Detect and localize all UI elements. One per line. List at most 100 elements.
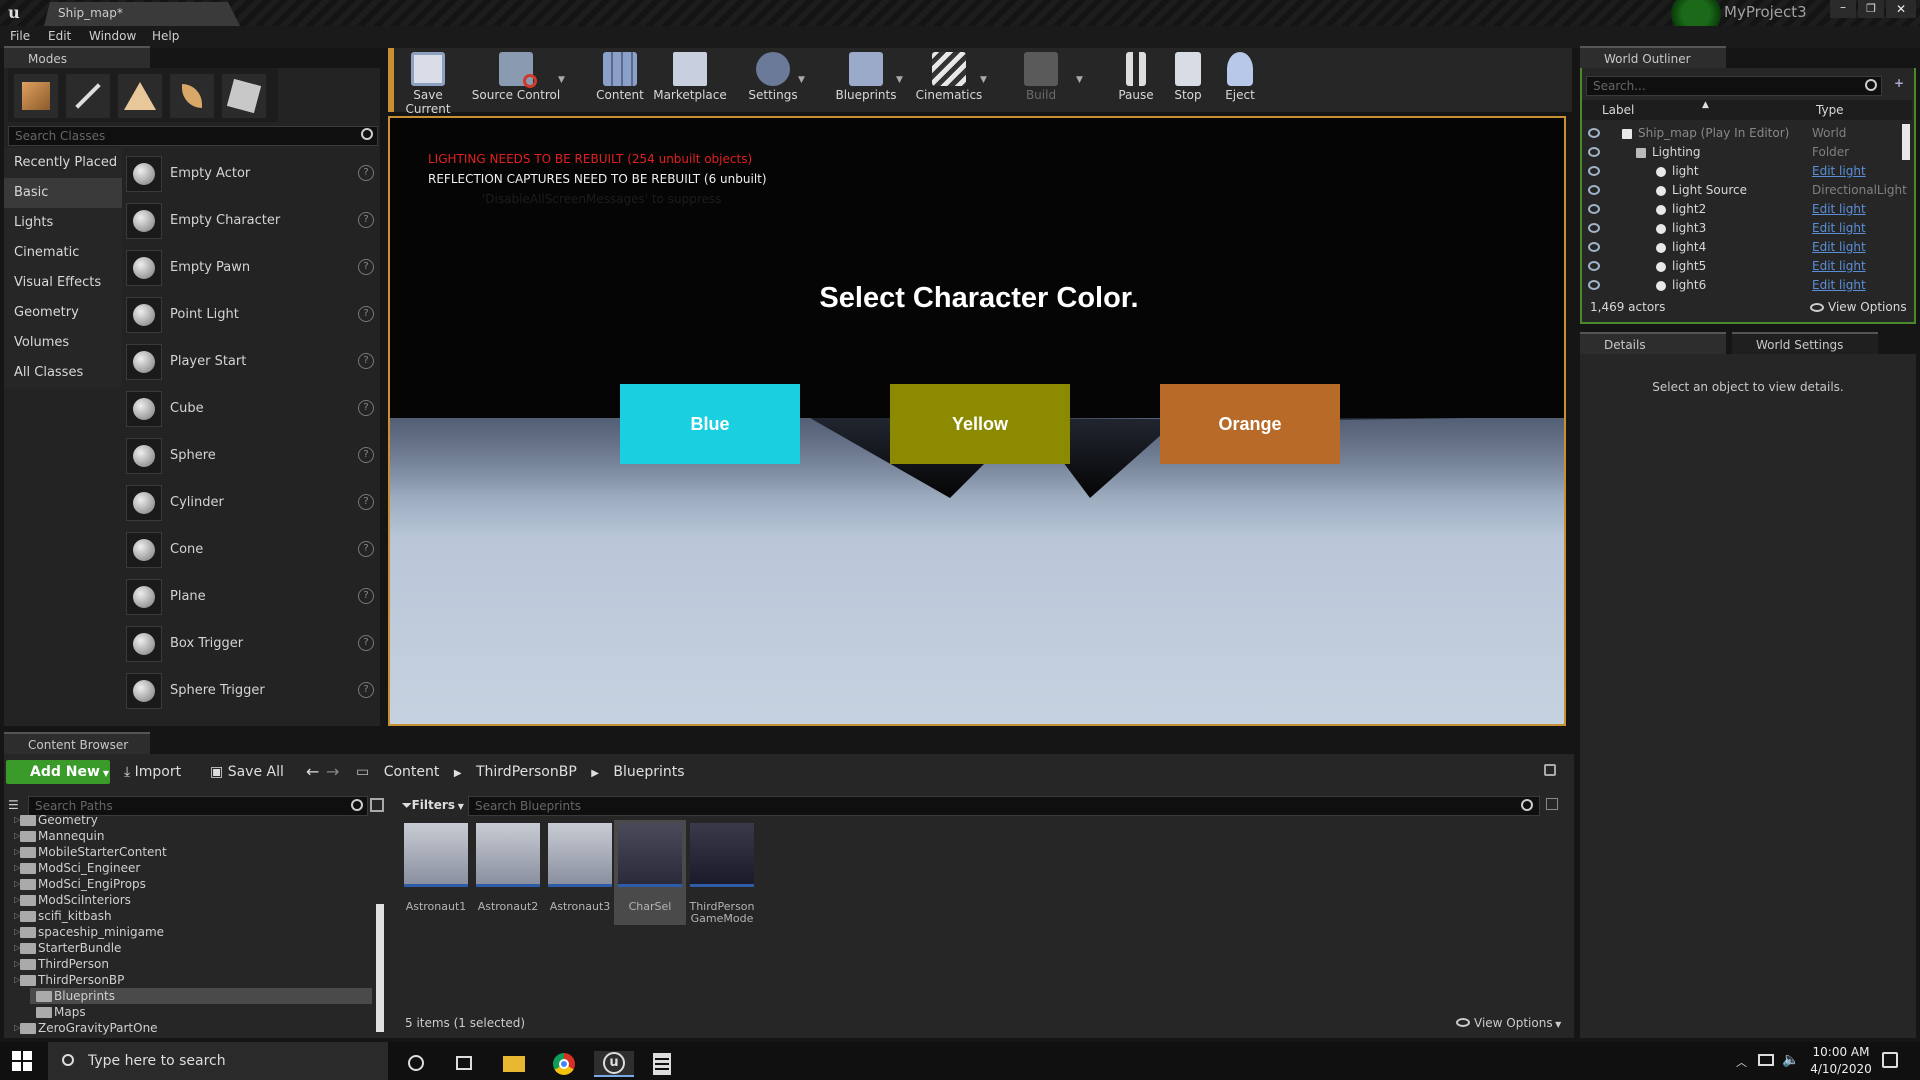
cinematics-button[interactable]: Cinematics bbox=[914, 50, 984, 110]
class-item-box-trigger[interactable]: Box Trigger? bbox=[124, 622, 378, 666]
menu-help[interactable]: Help bbox=[152, 29, 179, 43]
outliner-row[interactable]: light4 Edit light bbox=[1586, 238, 1906, 257]
outliner-row-type[interactable]: Edit light bbox=[1812, 200, 1866, 219]
outliner-row-type[interactable]: Edit light bbox=[1812, 276, 1866, 295]
marketplace-button[interactable]: Marketplace bbox=[652, 50, 728, 110]
save-all-button[interactable]: ▣ Save All bbox=[210, 764, 284, 780]
viewport[interactable]: LIGHTING NEEDS TO BE REBUILT (254 unbuil… bbox=[388, 116, 1566, 726]
tab-modes[interactable]: Modes bbox=[4, 46, 150, 68]
class-item-cylinder[interactable]: Cylinder? bbox=[124, 481, 378, 525]
taskbar-clock[interactable]: 10:00 AM 4/10/2020 bbox=[1806, 1044, 1876, 1078]
asset-tile[interactable]: CharSel bbox=[614, 820, 686, 925]
add-new-button[interactable]: Add New ▼ bbox=[6, 760, 110, 784]
tree-scrollbar[interactable] bbox=[376, 904, 384, 1032]
outliner-row[interactable]: Ship_map (Play In Editor) World bbox=[1586, 124, 1906, 143]
mode-category-visual-effects[interactable]: Visual Effects bbox=[4, 268, 122, 298]
outliner-row-type[interactable]: Edit light bbox=[1812, 238, 1866, 257]
folder-tree-item[interactable]: ▷ ModSciInteriors bbox=[14, 892, 372, 908]
cinematics-dropdown-icon[interactable]: ▼ bbox=[980, 75, 987, 85]
outliner-row[interactable]: light2 Edit light bbox=[1586, 200, 1906, 219]
class-item-player-start[interactable]: Player Start? bbox=[124, 340, 378, 384]
menu-edit[interactable]: Edit bbox=[48, 29, 71, 43]
asset-tile[interactable]: Astronaut3 bbox=[544, 820, 616, 925]
folder-tree-item[interactable]: ▷ ThirdPerson bbox=[14, 956, 372, 972]
visibility-eye-icon[interactable] bbox=[1588, 223, 1600, 233]
paint-mode-icon[interactable] bbox=[66, 74, 110, 118]
search-blueprints-box[interactable]: Search Blueprints bbox=[468, 796, 1540, 816]
help-icon[interactable]: ? bbox=[358, 635, 374, 651]
folder-tree-item[interactable]: ▷ ModSci_Engineer bbox=[14, 860, 372, 876]
blueprints-button[interactable]: Blueprints bbox=[832, 50, 900, 110]
minimize-button[interactable]: – bbox=[1830, 0, 1856, 18]
visibility-eye-icon[interactable] bbox=[1588, 185, 1600, 195]
outliner-view-options[interactable]: View Options bbox=[1828, 300, 1907, 314]
class-item-empty-pawn[interactable]: Empty Pawn? bbox=[124, 246, 378, 290]
tab-world-outliner[interactable]: World Outliner bbox=[1580, 46, 1726, 68]
maximize-button[interactable]: ❐ bbox=[1858, 0, 1884, 18]
outliner-row[interactable]: light5 Edit light bbox=[1586, 257, 1906, 276]
help-icon[interactable]: ? bbox=[358, 682, 374, 698]
outliner-search-box[interactable]: Search... bbox=[1586, 76, 1882, 96]
outliner-row[interactable]: light6 Edit light bbox=[1586, 276, 1906, 295]
build-dropdown-icon[interactable]: ▼ bbox=[1076, 75, 1083, 85]
pause-button[interactable]: Pause bbox=[1114, 50, 1158, 110]
source-control-dropdown-icon[interactable]: ▼ bbox=[558, 75, 565, 85]
outliner-row-type[interactable]: Edit light bbox=[1812, 162, 1866, 181]
mode-category-all-classes[interactable]: All Classes bbox=[4, 358, 122, 388]
yellow-color-button[interactable]: Yellow bbox=[890, 384, 1070, 464]
task-view-icon[interactable] bbox=[444, 1051, 484, 1077]
build-button[interactable]: Build bbox=[1016, 50, 1066, 110]
outliner-row-type[interactable]: Edit light bbox=[1812, 219, 1866, 238]
breadcrumb-blueprints[interactable]: Blueprints bbox=[613, 764, 684, 780]
filters-button[interactable]: ⏷Filters ▼ bbox=[402, 798, 464, 813]
tab-details[interactable]: Details bbox=[1580, 332, 1726, 354]
class-item-cone[interactable]: Cone? bbox=[124, 528, 378, 572]
help-icon[interactable]: ? bbox=[358, 165, 374, 181]
cortana-icon[interactable] bbox=[396, 1051, 436, 1077]
help-icon[interactable]: ? bbox=[358, 306, 374, 322]
outliner-row[interactable]: light3 Edit light bbox=[1586, 219, 1906, 238]
asset-tile[interactable]: ThirdPerson GameMode bbox=[686, 820, 758, 925]
import-button[interactable]: ⤓ Import bbox=[124, 764, 181, 780]
help-icon[interactable]: ? bbox=[358, 400, 374, 416]
class-item-cube[interactable]: Cube? bbox=[124, 387, 378, 431]
blue-color-button[interactable]: Blue bbox=[620, 384, 800, 464]
class-item-sphere-trigger[interactable]: Sphere Trigger? bbox=[124, 669, 378, 713]
folder-tree-item[interactable]: ▷ ThirdPersonBP bbox=[14, 972, 372, 988]
visibility-eye-icon[interactable] bbox=[1588, 280, 1600, 290]
chrome-icon[interactable] bbox=[544, 1051, 584, 1077]
type-column-header[interactable]: Type bbox=[1816, 103, 1844, 117]
folder-tree-item[interactable]: ▷ ModSci_EngiProps bbox=[14, 876, 372, 892]
class-item-sphere[interactable]: Sphere? bbox=[124, 434, 378, 478]
class-item-empty-actor[interactable]: Empty Actor? bbox=[124, 152, 378, 196]
taskbar-search-box[interactable]: Type here to search bbox=[48, 1042, 388, 1080]
help-icon[interactable]: ? bbox=[358, 212, 374, 228]
tab-content-browser[interactable]: Content Browser bbox=[4, 732, 150, 754]
blueprints-dropdown-icon[interactable]: ▼ bbox=[896, 75, 903, 85]
breadcrumb-content[interactable]: Content bbox=[384, 764, 440, 780]
path-view-options-icon[interactable] bbox=[370, 798, 384, 812]
unreal-logo-icon[interactable]: u bbox=[4, 3, 24, 23]
network-icon[interactable] bbox=[1758, 1054, 1774, 1066]
asset-view-options[interactable]: View Options ▼ bbox=[1456, 1016, 1561, 1030]
class-item-plane[interactable]: Plane? bbox=[124, 575, 378, 619]
document-tab[interactable]: Ship_map* bbox=[44, 2, 240, 26]
source-control-button[interactable]: Source Control bbox=[470, 50, 562, 110]
geometry-edit-mode-icon[interactable] bbox=[222, 74, 266, 118]
visibility-eye-icon[interactable] bbox=[1588, 147, 1600, 157]
settings-button[interactable]: Settings bbox=[744, 50, 802, 110]
back-arrow-icon[interactable]: ← bbox=[306, 762, 319, 781]
save-current-button[interactable]: Save Current bbox=[392, 50, 464, 116]
mode-category-basic[interactable]: Basic bbox=[4, 178, 122, 208]
asset-tile[interactable]: Astronaut1 bbox=[400, 820, 472, 925]
unreal-taskbar-icon[interactable]: u bbox=[594, 1051, 634, 1077]
help-icon[interactable]: ? bbox=[358, 494, 374, 510]
visibility-eye-icon[interactable] bbox=[1588, 128, 1600, 138]
mode-category-lights[interactable]: Lights bbox=[4, 208, 122, 238]
mode-category-recently-placed[interactable]: Recently Placed bbox=[4, 148, 122, 178]
mode-category-cinematic[interactable]: Cinematic bbox=[4, 238, 122, 268]
visibility-eye-icon[interactable] bbox=[1588, 166, 1600, 176]
mode-category-volumes[interactable]: Volumes bbox=[4, 328, 122, 358]
folder-tree-item[interactable]: ▷ ZeroGravityPartOne bbox=[14, 1020, 372, 1036]
visibility-eye-icon[interactable] bbox=[1588, 204, 1600, 214]
